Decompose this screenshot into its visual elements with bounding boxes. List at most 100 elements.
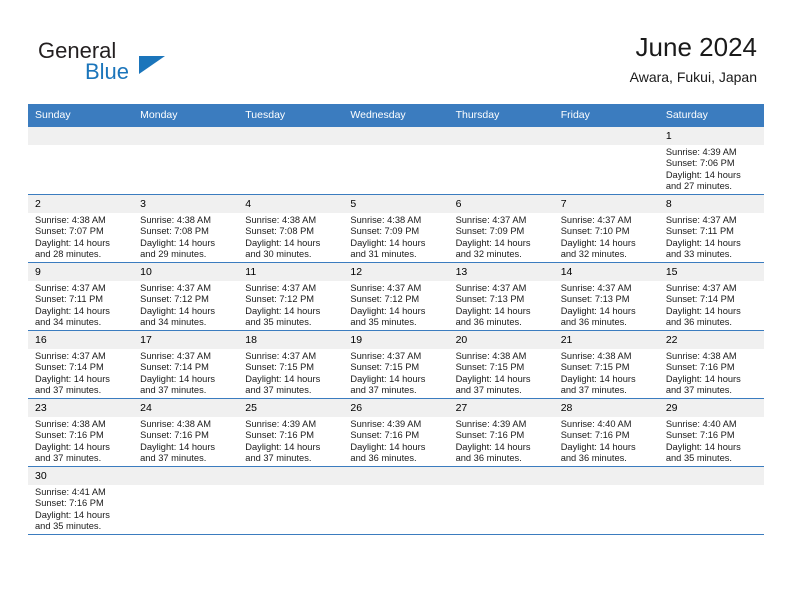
day-detail-daylight: and 37 minutes.: [350, 385, 417, 396]
calendar-day-cell[interactable]: 8 Sunrise: 4:37 AM Sunset: 7:11 PM Daylight…: [658, 194, 764, 263]
day-details: Sunrise: 4:39 AM Sunset: 7:16 PM Daylight:…: [343, 417, 448, 465]
day-detail-daylight: Daylight: 14 hours: [350, 373, 426, 384]
day-details: Sunrise: 4:37 AM Sunset: 7:14 PM Daylight:…: [133, 349, 238, 397]
calendar-day-cell[interactable]: 22 Sunrise: 4:38 AM Sunset: 7:16 PM Dayligh…: [658, 330, 764, 399]
day-detail-daylight: and 36 minutes.: [455, 453, 522, 464]
day-detail-sunset: Sunset: 7:16 PM: [350, 430, 420, 441]
day-number: 29: [658, 399, 764, 417]
calendar-cell-empty: [343, 466, 449, 535]
calendar-week-row: 2 Sunrise: 4:38 AM Sunset: 7:07 PM Daylight…: [28, 194, 764, 263]
day-detail-sunrise: Sunrise: 4:37 AM: [560, 215, 632, 225]
calendar-day-cell[interactable]: 18 Sunrise: 4:37 AM Sunset: 7:15 PM Dayligh…: [238, 330, 344, 399]
day-details: Sunrise: 4:39 AM Sunset: 7:16 PM Daylight:…: [449, 417, 554, 465]
day-detail-sunrise: Sunrise: 4:37 AM: [245, 283, 317, 293]
day-detail-daylight: and 35 minutes.: [35, 521, 102, 532]
day-detail-sunrise: Sunrise: 4:38 AM: [35, 419, 106, 429]
calendar-day-cell[interactable]: 13 Sunrise: 4:37 AM Sunset: 7:13 PM Dayligh…: [448, 262, 554, 331]
day-detail-sunrise: Sunrise: 4:38 AM: [455, 351, 527, 361]
day-detail-daylight: Daylight: 14 hours: [245, 373, 321, 384]
day-detail-sunset: Sunset: 7:16 PM: [665, 362, 735, 373]
logo-triangle-icon: [139, 56, 165, 74]
day-detail-daylight: Daylight: 14 hours: [350, 441, 426, 452]
day-number: 1: [658, 127, 764, 145]
calendar-day-cell[interactable]: 30 Sunrise: 4:41 AM Sunset: 7:16 PM Dayligh…: [28, 466, 134, 535]
day-detail-daylight: Daylight: 14 hours: [140, 373, 216, 384]
calendar-day-cell[interactable]: 27 Sunrise: 4:39 AM Sunset: 7:16 PM Dayligh…: [448, 398, 554, 467]
day-detail-sunset: Sunset: 7:12 PM: [350, 294, 420, 305]
day-detail-daylight: Daylight: 14 hours: [455, 441, 531, 452]
calendar-day-cell[interactable]: 7 Sunrise: 4:37 AM Sunset: 7:10 PM Daylight…: [553, 194, 659, 263]
calendar-day-cell[interactable]: 10 Sunrise: 4:37 AM Sunset: 7:12 PM Dayligh…: [133, 262, 239, 331]
calendar-day-cell[interactable]: 29 Sunrise: 4:40 AM Sunset: 7:16 PM Dayligh…: [658, 398, 764, 467]
calendar-day-cell[interactable]: 15 Sunrise: 4:37 AM Sunset: 7:14 PM Dayligh…: [658, 262, 764, 331]
day-detail-sunrise: Sunrise: 4:37 AM: [35, 351, 106, 361]
calendar-day-cell[interactable]: 1 Sunrise: 4:39 AM Sunset: 7:06 PM Daylight…: [658, 126, 764, 195]
day-detail-daylight: Daylight: 14 hours: [35, 237, 110, 248]
calendar-day-cell[interactable]: 21 Sunrise: 4:38 AM Sunset: 7:15 PM Dayligh…: [553, 330, 659, 399]
calendar-day-cell[interactable]: 19 Sunrise: 4:37 AM Sunset: 7:15 PM Dayligh…: [343, 330, 449, 399]
day-detail-sunset: Sunset: 7:15 PM: [560, 362, 630, 373]
day-detail-sunset: Sunset: 7:16 PM: [140, 430, 209, 441]
calendar-cell-empty: [658, 466, 764, 535]
day-number: 6: [448, 195, 554, 213]
calendar-day-cell[interactable]: 14 Sunrise: 4:37 AM Sunset: 7:13 PM Dayligh…: [553, 262, 659, 331]
day-detail-sunrise: Sunrise: 4:40 AM: [665, 419, 737, 429]
day-detail-daylight: Daylight: 14 hours: [140, 441, 216, 452]
day-details: Sunrise: 4:39 AM Sunset: 7:06 PM Daylight:…: [659, 145, 764, 193]
day-number: 5: [343, 195, 449, 213]
day-detail-daylight: Daylight: 14 hours: [35, 305, 110, 316]
calendar-day-cell[interactable]: 4 Sunrise: 4:38 AM Sunset: 7:08 PM Daylight…: [238, 194, 344, 263]
calendar-day-cell[interactable]: 12 Sunrise: 4:37 AM Sunset: 7:12 PM Dayligh…: [343, 262, 449, 331]
calendar-day-cell[interactable]: 25 Sunrise: 4:39 AM Sunset: 7:16 PM Dayligh…: [238, 398, 344, 467]
calendar-day-cell[interactable]: 11 Sunrise: 4:37 AM Sunset: 7:12 PM Dayligh…: [238, 262, 344, 331]
day-detail-sunrise: Sunrise: 4:38 AM: [350, 215, 422, 225]
calendar-day-cell[interactable]: 16 Sunrise: 4:37 AM Sunset: 7:14 PM Dayligh…: [28, 330, 134, 399]
calendar-day-cell[interactable]: 17 Sunrise: 4:37 AM Sunset: 7:14 PM Dayligh…: [133, 330, 239, 399]
day-details: Sunrise: 4:38 AM Sunset: 7:09 PM Daylight:…: [343, 213, 448, 261]
day-detail-daylight: Daylight: 14 hours: [455, 237, 531, 248]
day-detail-daylight: and 36 minutes.: [560, 453, 627, 464]
day-number: 13: [448, 263, 554, 281]
calendar-day-cell[interactable]: 23 Sunrise: 4:38 AM Sunset: 7:16 PM Dayligh…: [28, 398, 134, 467]
day-detail-daylight: Daylight: 14 hours: [245, 237, 321, 248]
calendar-day-cell[interactable]: 5 Sunrise: 4:38 AM Sunset: 7:09 PM Daylight…: [343, 194, 449, 263]
day-detail-daylight: and 32 minutes.: [455, 249, 522, 260]
calendar-day-cell[interactable]: 24 Sunrise: 4:38 AM Sunset: 7:16 PM Dayligh…: [133, 398, 239, 467]
day-number: 21: [553, 331, 659, 349]
day-number-band: [133, 467, 239, 485]
calendar-day-cell[interactable]: 28 Sunrise: 4:40 AM Sunset: 7:16 PM Dayligh…: [553, 398, 659, 467]
calendar-cell-empty: [343, 126, 449, 195]
day-number-band: [238, 127, 344, 145]
calendar-week-row: 16 Sunrise: 4:37 AM Sunset: 7:14 PM Dayligh…: [28, 330, 764, 399]
day-number-band: [343, 467, 449, 485]
day-detail-sunset: Sunset: 7:15 PM: [455, 362, 525, 373]
calendar-day-cell[interactable]: 9 Sunrise: 4:37 AM Sunset: 7:11 PM Daylight…: [28, 262, 134, 331]
day-number: 26: [343, 399, 449, 417]
day-detail-daylight: and 37 minutes.: [665, 385, 732, 396]
day-detail-daylight: and 34 minutes.: [35, 317, 102, 328]
sunrise-sunset-calendar: Sunday Monday Tuesday Wednesday Thursday…: [28, 104, 764, 535]
day-number: 27: [448, 399, 554, 417]
day-number: 8: [658, 195, 764, 213]
calendar-week-row: 23 Sunrise: 4:38 AM Sunset: 7:16 PM Dayligh…: [28, 398, 764, 467]
day-detail-sunset: Sunset: 7:16 PM: [455, 430, 525, 441]
day-detail-sunset: Sunset: 7:10 PM: [560, 226, 630, 237]
day-detail-daylight: and 32 minutes.: [560, 249, 627, 260]
calendar-cell-empty: [553, 466, 659, 535]
day-detail-daylight: and 37 minutes.: [245, 453, 312, 464]
day-detail-daylight: and 37 minutes.: [455, 385, 522, 396]
day-detail-sunrise: Sunrise: 4:40 AM: [560, 419, 632, 429]
day-detail-sunset: Sunset: 7:09 PM: [455, 226, 525, 237]
day-details: Sunrise: 4:38 AM Sunset: 7:08 PM Daylight:…: [238, 213, 343, 261]
calendar-day-cell[interactable]: 3 Sunrise: 4:38 AM Sunset: 7:08 PM Daylight…: [133, 194, 239, 263]
day-detail-sunrise: Sunrise: 4:37 AM: [665, 215, 737, 225]
calendar-day-cell[interactable]: 2 Sunrise: 4:38 AM Sunset: 7:07 PM Daylight…: [28, 194, 134, 263]
day-detail-sunrise: Sunrise: 4:37 AM: [455, 215, 527, 225]
calendar-day-cell[interactable]: 6 Sunrise: 4:37 AM Sunset: 7:09 PM Daylight…: [448, 194, 554, 263]
day-detail-sunset: Sunset: 7:14 PM: [140, 362, 209, 373]
general-blue-logo[interactable]: General Blue: [38, 38, 238, 90]
calendar-day-cell[interactable]: 20 Sunrise: 4:38 AM Sunset: 7:15 PM Dayligh…: [448, 330, 554, 399]
day-detail-sunrise: Sunrise: 4:39 AM: [455, 419, 527, 429]
day-detail-daylight: and 37 minutes.: [35, 385, 102, 396]
calendar-day-cell[interactable]: 26 Sunrise: 4:39 AM Sunset: 7:16 PM Dayligh…: [343, 398, 449, 467]
